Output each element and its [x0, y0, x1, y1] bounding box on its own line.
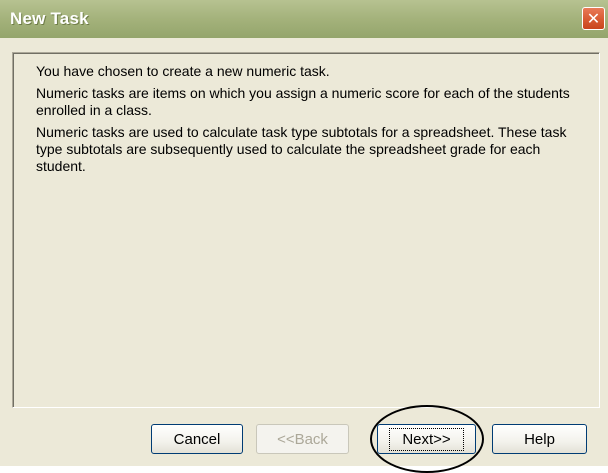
close-button[interactable]: ✕ [582, 7, 605, 30]
description-paragraph: You have chosen to create a new numeric … [36, 63, 330, 79]
content-panel: You have chosen to create a new numeric … [12, 52, 600, 408]
next-button-label: Next>> [389, 427, 464, 451]
back-button[interactable]: <<Back [256, 424, 349, 454]
cancel-button[interactable]: Cancel [151, 424, 243, 454]
new-task-dialog: New Task ✕ You have chosen to create a n… [0, 0, 608, 473]
title-bar[interactable]: New Task ✕ [0, 0, 608, 38]
description-paragraph: Numeric tasks are items on which you ass… [36, 85, 570, 118]
next-button[interactable]: Next>> [377, 424, 476, 454]
close-icon: ✕ [586, 8, 601, 28]
window-title: New Task [10, 9, 89, 28]
help-button[interactable]: Help [492, 424, 587, 454]
description-paragraph: Numeric tasks are used to calculate task… [36, 124, 567, 174]
description-text: You have chosen to create a new numeric … [36, 63, 591, 180]
